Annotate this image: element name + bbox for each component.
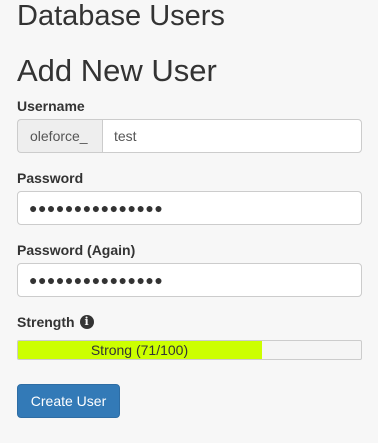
username-label: Username xyxy=(17,98,85,114)
username-input[interactable]: test xyxy=(102,119,362,153)
strength-label-row: Strength i xyxy=(17,313,94,331)
page-section-title: Database Users xyxy=(17,0,225,32)
password-label: Password xyxy=(17,170,84,186)
password-again-input[interactable]: ●●●●●●●●●●●●●●● xyxy=(17,263,362,297)
username-prefix: oleforce_ xyxy=(17,119,102,153)
strength-meter-text: Strong (71/100) xyxy=(90,342,189,358)
create-user-button[interactable]: Create User xyxy=(17,384,120,418)
username-input-group: oleforce_ test xyxy=(17,119,362,153)
password-strength-meter: Strong (71/100) xyxy=(17,340,362,360)
info-circle-icon[interactable]: i xyxy=(79,315,94,329)
password-again-label: Password (Again) xyxy=(17,242,136,258)
form-title: Add New User xyxy=(17,53,217,88)
strength-label: Strength xyxy=(17,314,75,330)
password-input[interactable]: ●●●●●●●●●●●●●●● xyxy=(17,191,362,225)
